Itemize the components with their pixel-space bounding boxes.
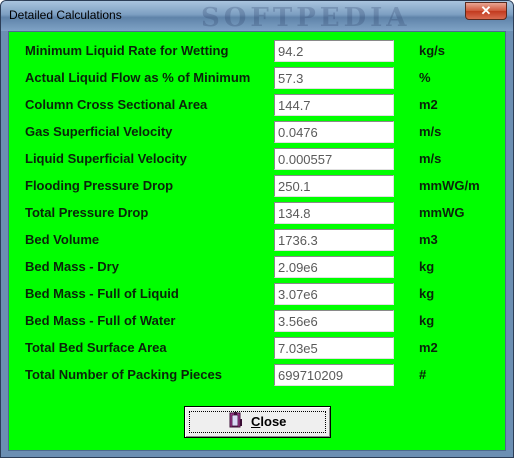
result-unit: kg: [419, 313, 435, 328]
door-exit-icon: [229, 412, 242, 428]
result-row: Bed Mass - Dry 2.09e6 kg: [9, 256, 505, 278]
result-row: Liquid Superficial Velocity 0.000557 m/s: [9, 148, 505, 170]
result-value-field[interactable]: 1736.3: [274, 229, 394, 251]
close-button-label: Close: [251, 414, 287, 429]
result-row: Total Number of Packing Pieces 699710209 #: [9, 364, 505, 386]
result-unit: %: [419, 70, 431, 85]
result-unit: m/s: [419, 151, 442, 166]
result-value-field[interactable]: 0.000557: [274, 148, 394, 170]
result-unit: m2: [419, 97, 438, 112]
window-close-button[interactable]: ✕: [465, 2, 507, 20]
result-label: Bed Mass - Full of Liquid: [25, 286, 179, 301]
result-label: Column Cross Sectional Area: [25, 97, 208, 112]
result-unit: kg: [419, 286, 435, 301]
result-row: Total Pressure Drop 134.8 mmWG: [9, 202, 505, 224]
result-unit: kg: [419, 259, 435, 274]
result-label: Total Bed Surface Area: [25, 340, 167, 355]
result-row: Minimum Liquid Rate for Wetting 94.2 kg/s: [9, 40, 505, 62]
result-label: Total Number of Packing Pieces: [25, 367, 222, 382]
result-unit: mmWG: [419, 205, 465, 220]
title-bar[interactable]: SOFTPEDIA Detailed Calculations ✕: [1, 1, 513, 33]
result-unit: mmWG/m: [419, 178, 480, 193]
result-unit: m3: [419, 232, 438, 247]
result-value-field[interactable]: 57.3: [274, 67, 394, 89]
close-button[interactable]: Close: [184, 406, 331, 438]
result-row: Bed Mass - Full of Liquid 3.07e6 kg: [9, 283, 505, 305]
result-label: Bed Mass - Full of Water: [25, 313, 176, 328]
result-value-field[interactable]: 144.7: [274, 94, 394, 116]
watermark: SOFTPEDIA: [201, 3, 411, 33]
result-row: Gas Superficial Velocity 0.0476 m/s: [9, 121, 505, 143]
result-label: Flooding Pressure Drop: [25, 178, 174, 193]
result-value-field[interactable]: 94.2: [274, 40, 394, 62]
result-value-field[interactable]: 3.07e6: [274, 283, 394, 305]
result-label: Bed Mass - Dry: [25, 259, 119, 274]
window-title: Detailed Calculations: [9, 8, 122, 22]
result-label: Total Pressure Drop: [25, 205, 149, 220]
result-label: Minimum Liquid Rate for Wetting: [25, 43, 229, 58]
result-unit: kg/s: [419, 43, 446, 58]
result-value-field[interactable]: 7.03e5: [274, 337, 394, 359]
result-value-field[interactable]: 0.0476: [274, 121, 394, 143]
result-row: Column Cross Sectional Area 144.7 m2: [9, 94, 505, 116]
result-value-field[interactable]: 2.09e6: [274, 256, 394, 278]
result-row: Total Bed Surface Area 7.03e5 m2: [9, 337, 505, 359]
dialog-window: SOFTPEDIA Detailed Calculations ✕ Minimu…: [0, 0, 514, 458]
result-unit: m/s: [419, 124, 442, 139]
result-value-field[interactable]: 3.56e6: [274, 310, 394, 332]
result-row: Bed Volume 1736.3 m3: [9, 229, 505, 251]
result-label: Liquid Superficial Velocity: [25, 151, 187, 166]
result-value-field[interactable]: 699710209: [274, 364, 394, 386]
result-label: Actual Liquid Flow as % of Minimum: [25, 70, 251, 85]
result-row: Actual Liquid Flow as % of Minimum 57.3%: [9, 67, 505, 89]
result-row: Bed Mass - Full of Water 3.56e6 kg: [9, 310, 505, 332]
calculations-panel: Minimum Liquid Rate for Wetting 94.2 kg/s A…: [8, 31, 506, 451]
result-unit: m2: [419, 340, 438, 355]
result-label: Bed Volume: [25, 232, 100, 247]
result-label: Gas Superficial Velocity: [25, 124, 173, 139]
result-value-field[interactable]: 250.1: [274, 175, 394, 197]
result-row: Flooding Pressure Drop 250.1 mmWG/m: [9, 175, 505, 197]
result-value-field[interactable]: 134.8: [274, 202, 394, 224]
result-unit: #: [419, 367, 427, 382]
